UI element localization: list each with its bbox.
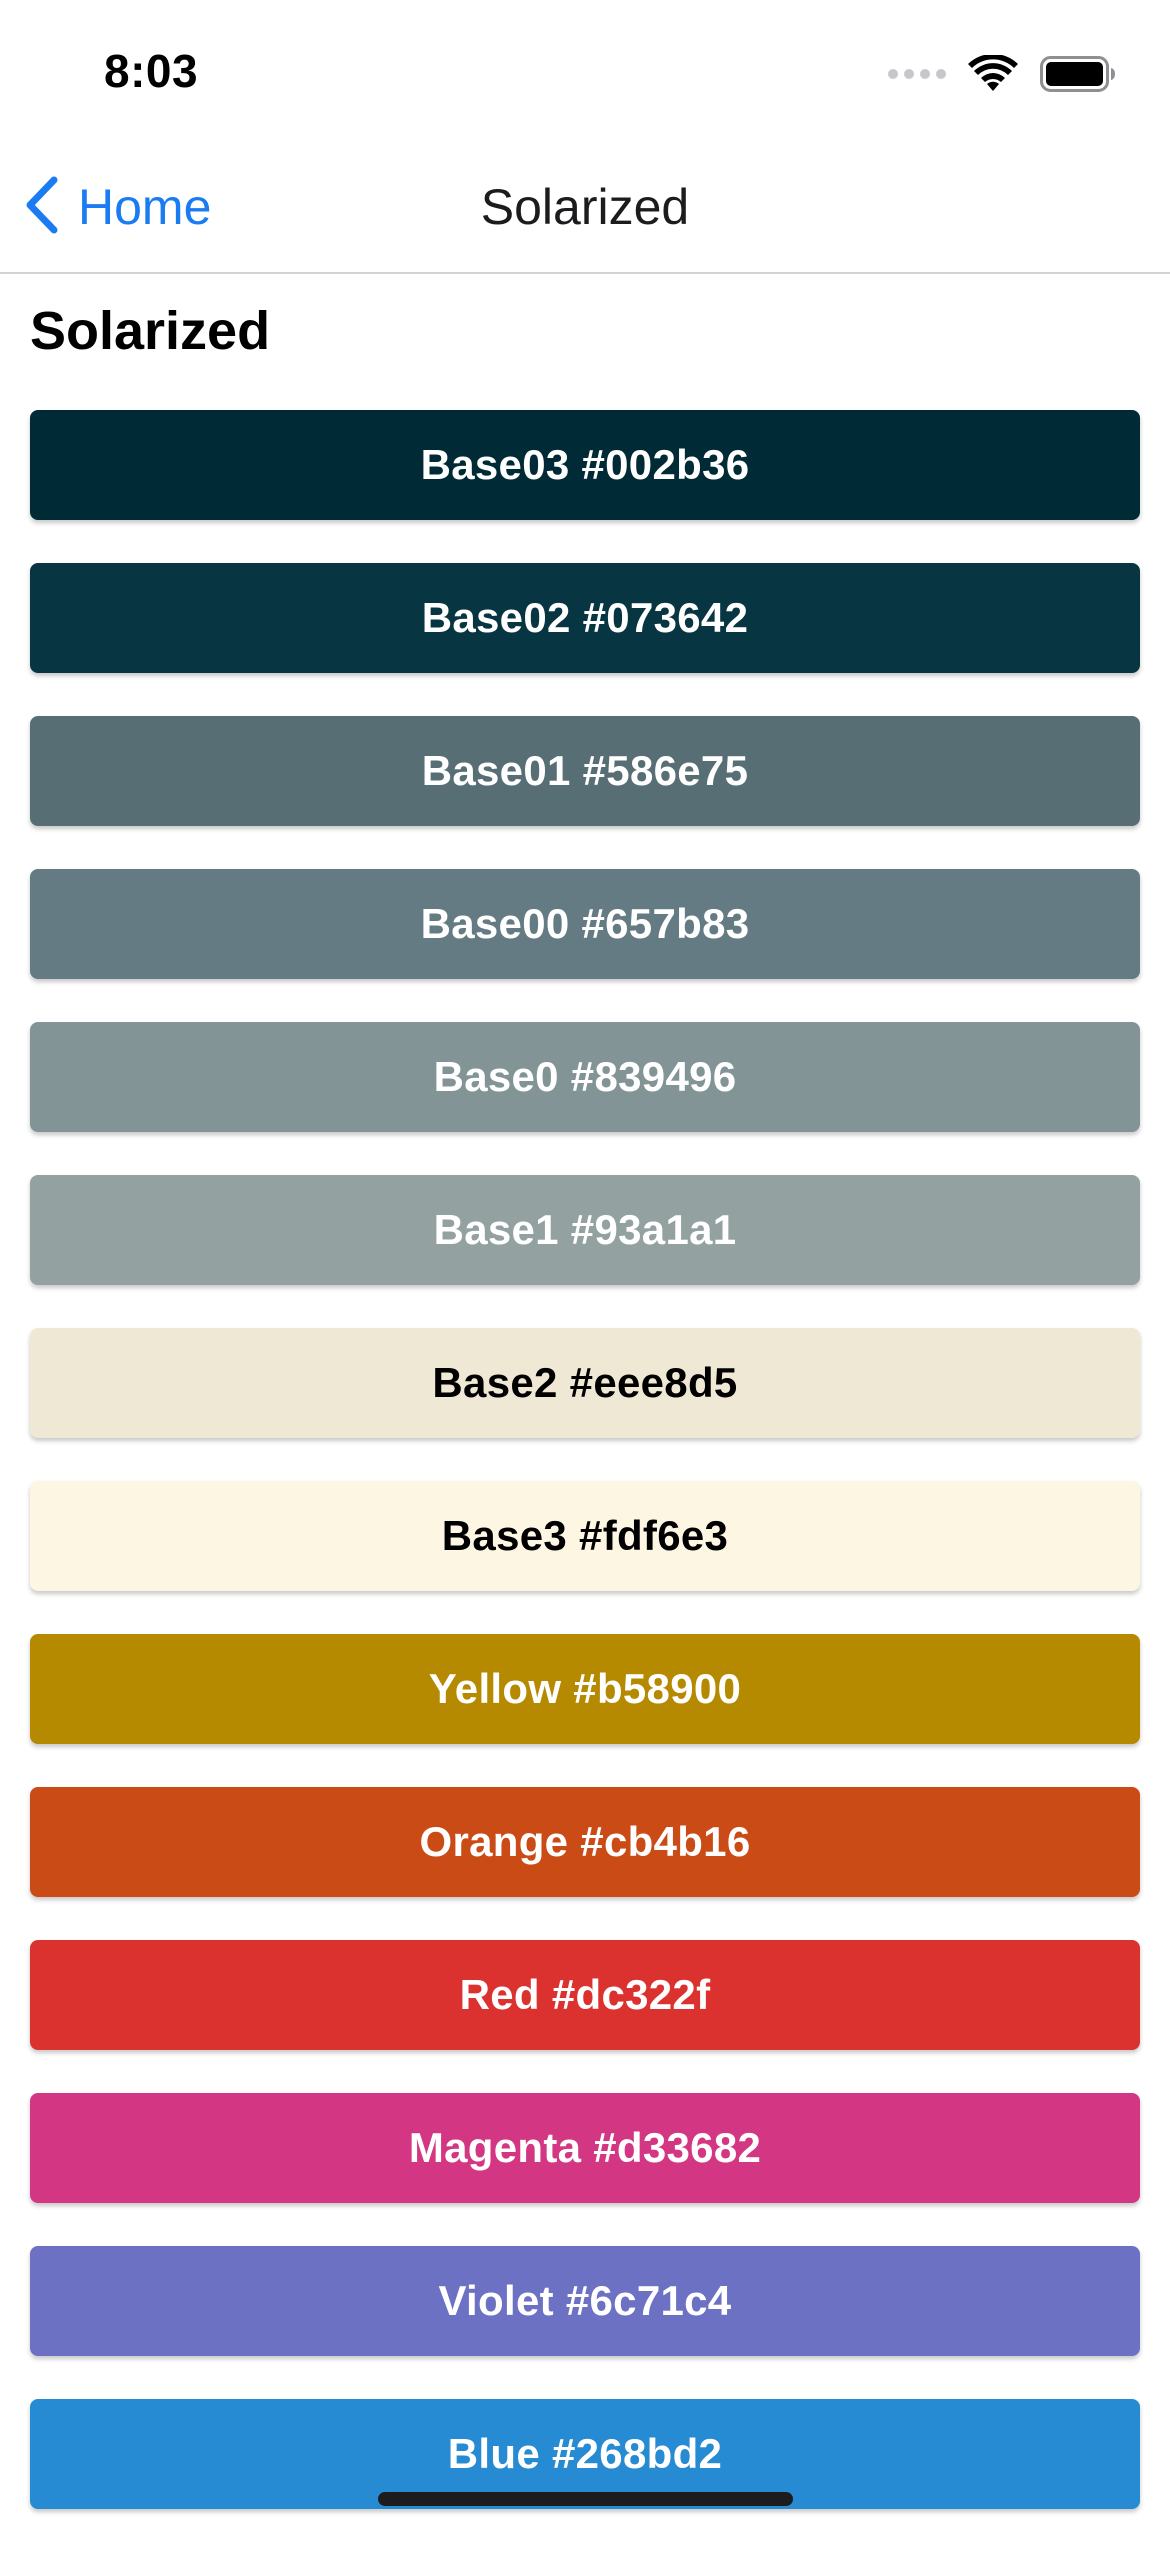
swatch-label: Base1 #93a1a1 <box>433 1206 737 1253</box>
swatch-button[interactable]: Base0 #839496 <box>30 1022 1140 1132</box>
swatch-list: Base03 #002b36 Base02 #073642 Base01 #58… <box>30 410 1140 2552</box>
swatch-button[interactable]: Orange #cb4b16 <box>30 1787 1140 1897</box>
swatch-label: Base03 #002b36 <box>420 441 750 488</box>
status-time: 8:03 <box>104 45 199 97</box>
swatch-button[interactable]: Base00 #657b83 <box>30 869 1140 979</box>
swatch-button[interactable]: Base3 #fdf6e3 <box>30 1481 1140 1591</box>
swatch-label: Orange #cb4b16 <box>419 1818 751 1865</box>
swatch-button[interactable]: Base1 #93a1a1 <box>30 1175 1140 1285</box>
swatch-label: Blue #268bd2 <box>447 2430 723 2477</box>
status-icons <box>888 52 1116 96</box>
swatch-button[interactable]: Base01 #586e75 <box>30 716 1140 826</box>
swatch-button[interactable]: Magenta #d33682 <box>30 2093 1140 2203</box>
status-bar: 8:03 <box>0 0 1170 150</box>
swatch-label: Base2 #eee8d5 <box>432 1359 738 1406</box>
cellular-signal-icon <box>888 69 946 79</box>
swatch-label: Base02 #073642 <box>421 594 749 641</box>
navigation-bar: Home Solarized <box>0 150 1170 274</box>
swatch-button[interactable]: Red #dc322f <box>30 1940 1140 2050</box>
wifi-icon <box>968 55 1018 93</box>
page-title: Solarized <box>30 301 271 361</box>
swatch-label: Yellow #b58900 <box>428 1665 742 1712</box>
swatch-label: Magenta #d33682 <box>408 2124 762 2171</box>
home-indicator[interactable] <box>378 2492 793 2506</box>
swatch-button[interactable]: Base2 #eee8d5 <box>30 1328 1140 1438</box>
swatch-button[interactable]: Yellow #b58900 <box>30 1634 1140 1744</box>
swatch-label: Red #dc322f <box>459 1971 711 2018</box>
swatch-label: Base3 #fdf6e3 <box>441 1512 729 1559</box>
swatch-label: Violet #6c71c4 <box>438 2277 732 2324</box>
swatch-button[interactable]: Base02 #073642 <box>30 563 1140 673</box>
swatch-label: Base01 #586e75 <box>421 747 749 794</box>
swatch-button[interactable]: Violet #6c71c4 <box>30 2246 1140 2356</box>
swatch-label: Base0 #839496 <box>433 1053 737 1100</box>
swatch-label: Base00 #657b83 <box>420 900 750 947</box>
swatch-button[interactable]: Base03 #002b36 <box>30 410 1140 520</box>
nav-title: Solarized <box>480 179 690 235</box>
battery-icon <box>1040 56 1116 92</box>
